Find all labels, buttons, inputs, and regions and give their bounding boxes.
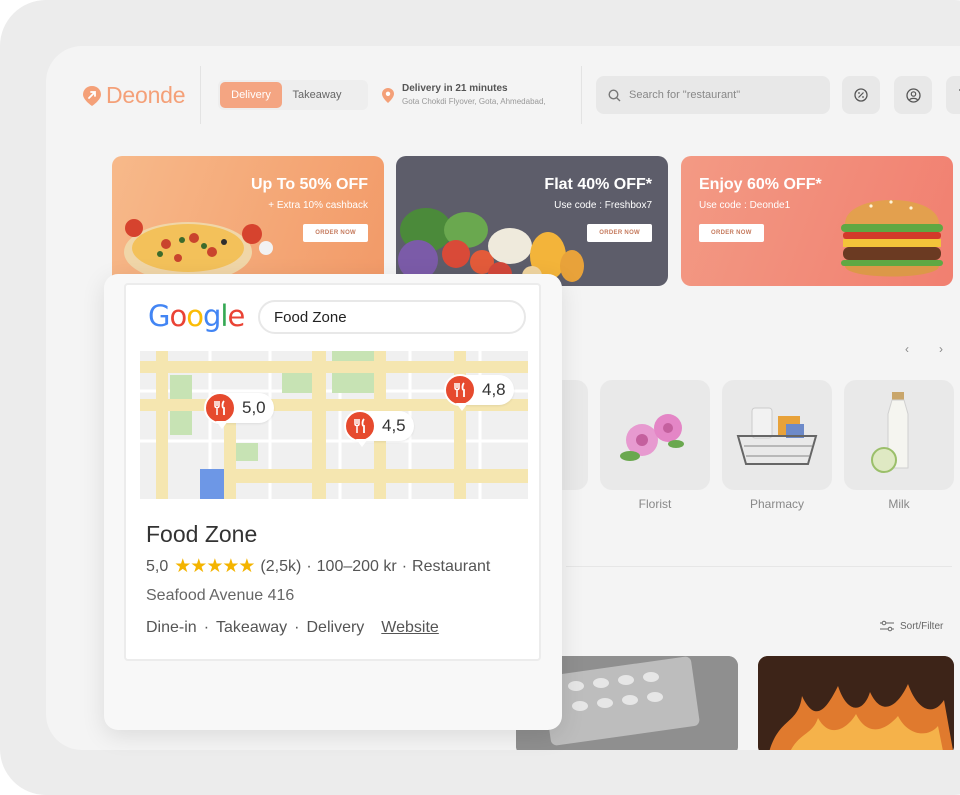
service-option: Dine-in	[146, 619, 197, 636]
fork-knife-icon	[354, 418, 365, 433]
delivery-tab[interactable]: Delivery	[220, 82, 282, 108]
search-icon	[608, 88, 621, 101]
restaurant-pin-icon	[344, 410, 376, 447]
header-divider	[581, 66, 582, 124]
filter-icon	[880, 620, 894, 632]
grill-image	[758, 656, 954, 750]
cart-button[interactable]	[946, 76, 960, 114]
sort-filter-button[interactable]: Sort/Filter	[880, 620, 943, 632]
google-business-card: Google Food Zone 5,0 4,5 4,8 Food Zone 5…	[124, 283, 541, 661]
promo-banner[interactable]: Flat 40% OFF* Use code : Freshbox7 ORDER…	[396, 156, 668, 286]
service-options: Dine-in · Takeaway · Delivery Website	[146, 619, 439, 637]
section-divider	[566, 566, 952, 567]
separator-dot: ·	[294, 619, 300, 636]
banner-subtitle: Use code : Deonde1	[699, 200, 791, 211]
place-name: Food Zone	[146, 521, 258, 547]
review-count[interactable]: (2,5k)	[260, 558, 301, 576]
place-rating: 5,0	[146, 557, 169, 575]
burger-image	[841, 200, 943, 277]
banner-subtitle: Use code : Freshbox7	[554, 200, 652, 211]
discount-button[interactable]	[842, 76, 880, 114]
category-label: Milk	[888, 497, 910, 511]
map-pin[interactable]: 4,5	[344, 410, 414, 447]
separator-dot: ·	[203, 619, 210, 636]
discount-icon	[854, 88, 868, 102]
brand-logo[interactable]: Deonde	[82, 82, 186, 109]
delivery-mode-toggle: Delivery Takeaway	[218, 80, 368, 110]
place-rating-row: 5,0 ★★★★★ (2,5k) · 100–200 kr · Restaura…	[146, 555, 490, 578]
header-divider	[200, 66, 201, 124]
restaurant-pin-icon	[444, 374, 476, 411]
pin-rating: 4,8	[482, 380, 506, 399]
delivery-location[interactable]: Delivery in 21 minutes Gota Chokdi Flyov…	[382, 82, 546, 108]
carousel-next-button[interactable]: ›	[930, 338, 952, 360]
banner-subtitle: + Extra 10% cashback	[268, 200, 368, 211]
chevron-right-icon: ›	[939, 342, 943, 356]
milk-bottle-image	[871, 392, 909, 473]
pin-rating: 5,0	[242, 398, 266, 417]
map-graphic	[140, 351, 528, 499]
logo-pin-icon	[83, 85, 101, 106]
separator-dot: ·	[306, 557, 312, 575]
fork-knife-icon	[454, 382, 465, 397]
carousel-prev-button[interactable]: ‹	[896, 338, 918, 360]
delivery-eta: Delivery in 21 minutes	[402, 83, 508, 94]
order-now-button[interactable]: ORDER NOW	[587, 224, 652, 242]
category-tile-pharmacy[interactable]	[722, 380, 832, 490]
banner-title: Enjoy 60% OFF*	[699, 176, 822, 193]
delivery-address: Gota Chokdi Flyover, Gota, Ahmedabad,	[402, 97, 546, 106]
place-type: Restaurant	[412, 557, 491, 575]
user-icon	[905, 87, 921, 103]
website-link[interactable]: Website	[381, 619, 439, 637]
map-view[interactable]: 5,0 4,5 4,8	[140, 351, 528, 499]
order-now-button[interactable]: ORDER NOW	[699, 224, 764, 242]
profile-button[interactable]	[894, 76, 932, 114]
pin-rating: 4,5	[382, 416, 406, 435]
chevron-left-icon: ‹	[905, 342, 909, 356]
separator-dot: ·	[401, 557, 408, 575]
google-logo: Google	[148, 299, 245, 333]
sort-filter-label: Sort/Filter	[900, 620, 944, 632]
location-pin-icon	[382, 88, 394, 103]
restaurant-pin-icon	[204, 392, 236, 429]
place-address: Seafood Avenue 416	[146, 587, 295, 604]
takeaway-tab[interactable]: Takeaway	[282, 82, 352, 108]
banner-title: Flat 40% OFF*	[544, 176, 652, 193]
search-bar[interactable]: Search for "restaurant"	[596, 76, 830, 114]
price-range: 100–200 kr	[316, 557, 397, 575]
category-tile-milk[interactable]	[844, 380, 954, 490]
promo-banner[interactable]: Up To 50% OFF + Extra 10% cashback ORDER…	[112, 156, 384, 286]
category-label: Florist	[638, 497, 672, 511]
map-pin[interactable]: 5,0	[204, 392, 274, 429]
google-search-input[interactable]: Food Zone	[258, 300, 526, 334]
fork-knife-icon	[214, 400, 225, 415]
banner-title: Up To 50% OFF	[250, 176, 368, 193]
category-label: Pharmacy	[749, 497, 805, 511]
map-pin[interactable]: 4,8	[444, 374, 514, 411]
star-rating-icon: ★★★★★	[174, 556, 255, 577]
store-thumbnail[interactable]	[758, 656, 954, 750]
service-option: Takeaway	[216, 619, 288, 636]
order-now-button[interactable]: ORDER NOW	[303, 224, 368, 242]
search-placeholder: Search for "restaurant"	[629, 89, 741, 101]
brand-name: Deonde	[106, 82, 186, 108]
flower-image	[620, 414, 684, 461]
service-option: Delivery	[306, 619, 365, 636]
promo-banner[interactable]: Enjoy 60% OFF* Use code : Deonde1 ORDER …	[681, 156, 953, 286]
category-tile-florist[interactable]	[600, 380, 710, 490]
pharmacy-basket-image	[736, 407, 818, 465]
